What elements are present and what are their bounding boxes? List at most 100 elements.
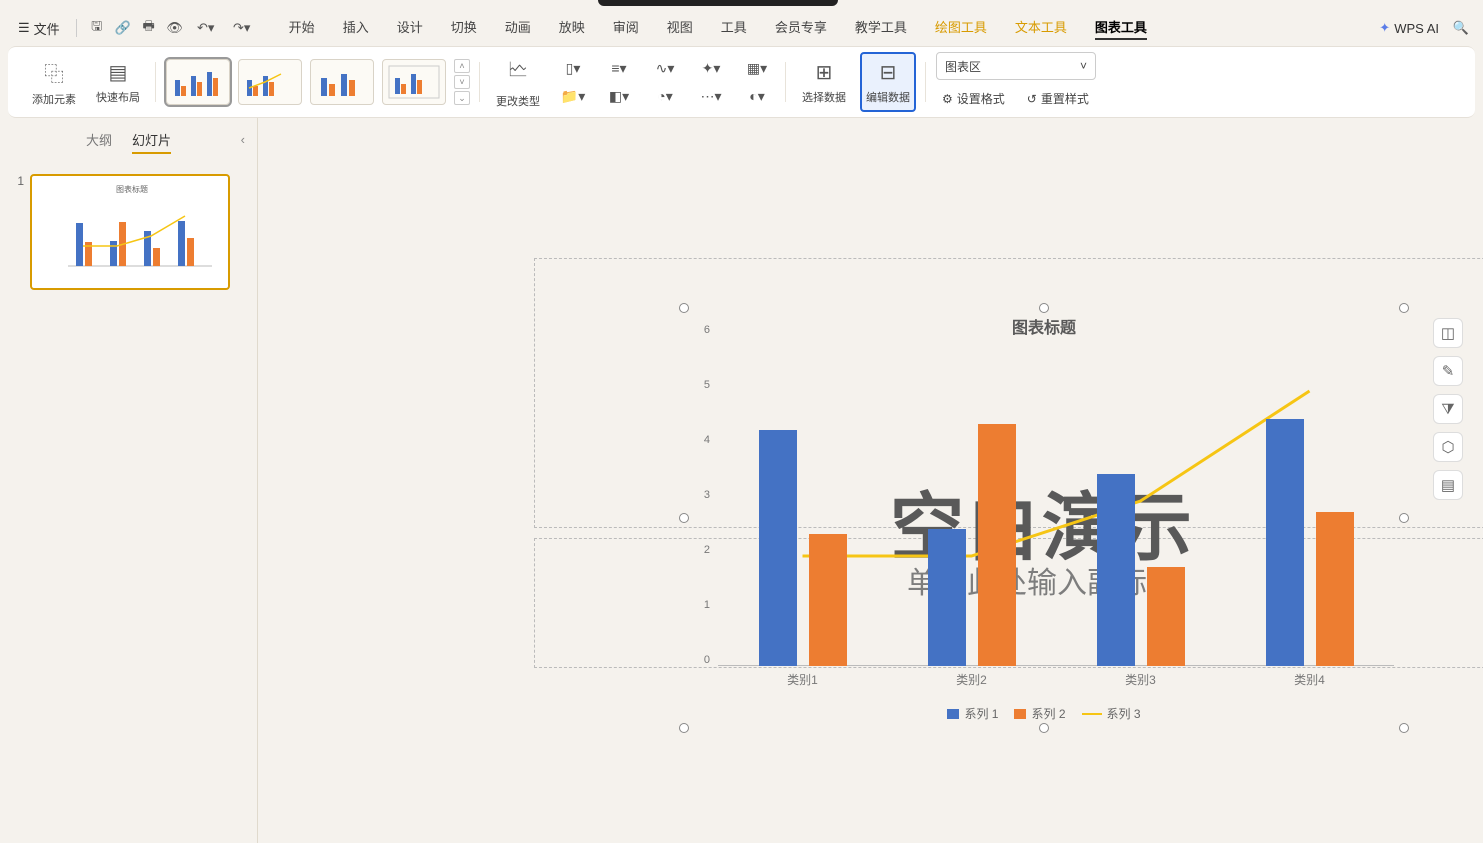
chart-line-dropdown[interactable]: ∿▾ [646,57,684,79]
resize-handle-ml[interactable] [679,513,689,523]
select-data-label: 选择数据 [802,89,846,105]
bar-series1 [1097,474,1135,667]
share-icon[interactable]: 🔗 [111,16,135,40]
tab-chart-tools[interactable]: 图表工具 [1095,17,1147,40]
ytick: 1 [704,599,710,611]
side-tool-brush-icon[interactable]: ✎ [1433,356,1463,386]
tab-insert[interactable]: 插入 [343,17,369,40]
tab-text-tools[interactable]: 文本工具 [1015,17,1067,40]
add-element-button[interactable]: ⿻ 添加元素 [26,52,82,112]
side-tool-layout-icon[interactable]: ▤ [1433,470,1463,500]
style-scroll-more[interactable]: ⌄ [454,91,470,105]
chart-side-tools: ◫ ✎ ⧩ ⬡ ▤ [1433,318,1463,500]
tab-review[interactable]: 审阅 [613,17,639,40]
edit-data-icon: ⊟ [880,60,897,85]
xlabel: 类别1 [759,671,847,688]
side-tool-elements-icon[interactable]: ◫ [1433,318,1463,348]
reset-style-button[interactable]: ↺ 重置样式 [1021,86,1095,111]
chart-pie-dropdown[interactable]: ◔▾ [646,85,684,107]
change-type-button[interactable]: 🗠 更改类型 [490,52,546,112]
resize-handle-mr[interactable] [1399,513,1409,523]
tab-home[interactable]: 开始 [289,17,315,40]
set-format-label: 设置格式 [957,90,1005,107]
select-data-icon: ⊞ [816,60,833,85]
side-tool-settings-icon[interactable]: ⬡ [1433,432,1463,462]
ytick: 0 [704,654,710,666]
change-type-icon: 🗠 [508,55,528,89]
chart-style-preset-2[interactable] [238,59,302,105]
select-data-button[interactable]: ⊞ 选择数据 [796,52,852,112]
chart-style-preset-3[interactable] [310,59,374,105]
file-menu[interactable]: ☰ 文件 [10,15,68,42]
resize-handle-tm[interactable] [1039,303,1049,313]
ytick: 2 [704,544,710,556]
tab-member[interactable]: 会员专享 [775,17,827,40]
resize-handle-bm[interactable] [1039,723,1049,733]
chart-star-dropdown[interactable]: ✦▾ [692,57,730,79]
chart-plot: 0123456 类别1类别2类别3类别4 [694,336,1394,666]
save-icon[interactable]: 🖫 [85,16,109,40]
chart-align-dropdown[interactable]: ≡▾ [600,57,638,79]
chart-scatter-dropdown[interactable]: ⋯▾ [692,85,730,107]
add-element-icon: ⿻ [44,58,64,87]
quick-layout-label: 快速布局 [96,89,140,105]
wpsai-label: WPS AI [1394,21,1439,36]
chart-object[interactable]: 图表标题 0123456 类别1类别2类别3类别4 系列 1 系列 2 系列 3 [684,308,1404,728]
search-icon[interactable]: 🔍 [1449,16,1473,40]
chart-style-preset-4[interactable] [382,59,446,105]
tab-design[interactable]: 设计 [397,17,423,40]
resize-handle-bl[interactable] [679,723,689,733]
tab-animation[interactable]: 动画 [505,17,531,40]
chart-grid-dropdown[interactable]: ▦▾ [738,57,776,79]
tab-tools[interactable]: 工具 [721,17,747,40]
svg-text:图表标题: 图表标题 [116,184,148,194]
style-scroll: ˄ ˅ ⌄ [454,59,470,105]
chart-area-dropdown[interactable]: ◐▾ [738,85,776,107]
legend-swatch-2 [1014,709,1026,719]
legend-label-3: 系列 3 [1107,705,1141,722]
settings-icon: ⚙ [942,92,953,106]
undo-button[interactable]: ↶▾ [189,16,223,40]
titlebar [0,0,1483,10]
set-format-button[interactable]: ⚙ 设置格式 [936,86,1011,111]
panel-collapse-icon[interactable]: ‹ [241,132,245,147]
chart-folder-dropdown[interactable]: 📁▾ [554,85,592,107]
slide-thumbnail-1[interactable]: 图表标题 [30,174,230,290]
tab-slideshow[interactable]: 放映 [559,17,585,40]
tab-draw-tools[interactable]: 绘图工具 [935,17,987,40]
style-scroll-up[interactable]: ˄ [454,59,470,73]
tab-view[interactable]: 视图 [667,17,693,40]
ytick: 3 [704,489,710,501]
add-element-label: 添加元素 [32,91,76,107]
style-scroll-down[interactable]: ˅ [454,75,470,89]
ribbon: ⿻ 添加元素 ▤ 快速布局 ˄ ˅ ⌄ 🗠 更改类型 [8,46,1475,118]
wpsai-logo-icon: ✦ [1379,20,1390,36]
panel-tab-slides[interactable]: 幻灯片 [132,130,171,154]
tab-teaching[interactable]: 教学工具 [855,17,907,40]
ribbon-group-format: 图表区 ˅ ⚙ 设置格式 ↺ 重置样式 [926,52,1106,112]
slide-canvas[interactable]: 空白演示 单击此处输入副标题 图表标题 0123456 类别1类别2类别3类别4… [258,118,1483,843]
resize-handle-tr[interactable] [1399,303,1409,313]
ribbon-group-styles: ˄ ˅ ⌄ [156,52,480,112]
xlabel: 类别4 [1266,671,1354,688]
bar-series1 [1266,419,1304,667]
separator [76,19,77,37]
chart-style-preset-1[interactable] [166,59,230,105]
tab-transition[interactable]: 切换 [451,17,477,40]
print-icon[interactable]: 🖶 [137,16,161,40]
bar-series2 [1316,512,1354,666]
panel-tab-outline[interactable]: 大纲 [86,130,112,154]
resize-handle-br[interactable] [1399,723,1409,733]
preview-icon[interactable]: 👁 [163,16,187,40]
quick-layout-button[interactable]: ▤ 快速布局 [90,52,146,112]
redo-button[interactable]: ↷▾ [225,16,259,40]
edit-data-button[interactable]: ⊟ 编辑数据 [860,52,916,112]
chart-bar-dropdown[interactable]: ▯▾ [554,57,592,79]
side-tool-filter-icon[interactable]: ⧩ [1433,394,1463,424]
wpsai-button[interactable]: ✦ WPS AI [1379,20,1439,36]
change-type-label: 更改类型 [496,93,540,109]
chart-element-selector[interactable]: 图表区 ˅ [936,52,1096,80]
chart-el-dropdown[interactable]: ◧▾ [600,85,638,107]
resize-handle-tl[interactable] [679,303,689,313]
ytick: 6 [704,324,710,336]
